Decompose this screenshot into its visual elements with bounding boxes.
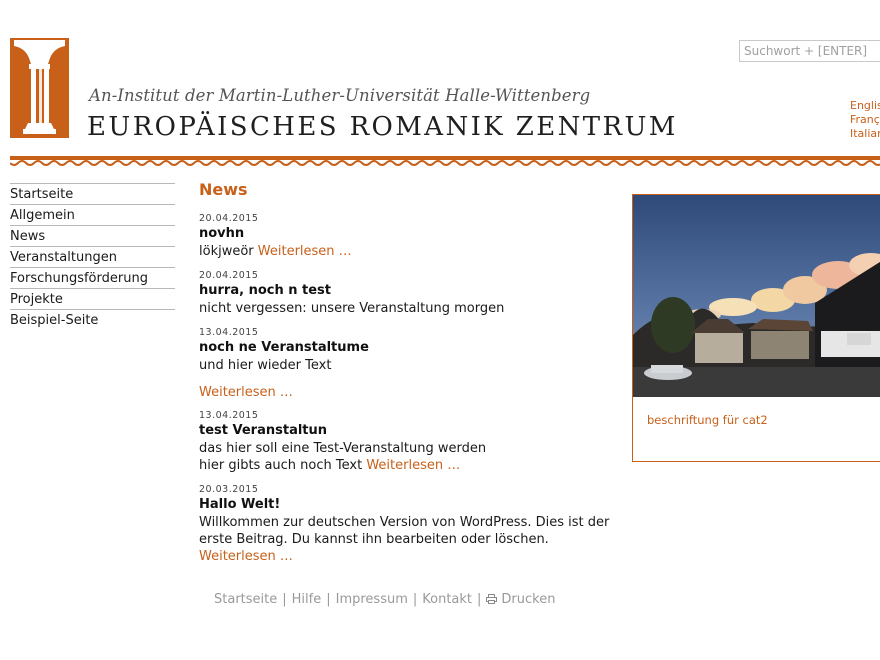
post-title[interactable]: novhn — [199, 226, 619, 241]
featured-photo[interactable] — [633, 195, 880, 397]
post-excerpt-text: hier gibts auch noch Text — [199, 458, 363, 473]
post-excerpt: das hier soll eine Test-Veranstaltung we… — [199, 440, 619, 474]
language-switcher: English Français Italiano — [850, 99, 880, 141]
page-title: News — [199, 180, 248, 199]
news-post: 13.04.2015 test Veranstaltun das hier so… — [199, 410, 619, 474]
post-date: 13.04.2015 — [199, 410, 259, 421]
post-excerpt-text: Willkommen zur deutschen Version von Wor… — [199, 515, 610, 547]
news-list: News 20.04.2015 novhn lökjweör Weiterles… — [199, 180, 619, 575]
footer-link-impressum[interactable]: Impressum — [336, 592, 408, 607]
nav-item-projekte[interactable]: Projekte — [10, 288, 175, 309]
footer-link-startseite[interactable]: Startseite — [214, 592, 277, 607]
read-more-link[interactable]: Weiterlesen … — [199, 549, 293, 564]
nav-item-news[interactable]: News — [10, 225, 175, 246]
post-date: 13.04.2015 — [199, 327, 259, 338]
nav-item-beispiel-seite[interactable]: Beispiel-Seite — [10, 309, 175, 330]
read-more-link[interactable]: Weiterlesen … — [258, 244, 352, 259]
image-caption: beschriftung für cat2 — [647, 413, 768, 427]
main-navigation: Startseite Allgemein News Veranstaltunge… — [10, 183, 175, 330]
post-title[interactable]: noch ne Veranstaltume — [199, 340, 619, 355]
search-input[interactable] — [739, 40, 880, 62]
read-more-link[interactable]: Weiterlesen … — [366, 458, 460, 473]
printer-icon — [486, 594, 498, 604]
column-logo-icon — [14, 40, 65, 134]
post-title[interactable]: test Veranstaltun — [199, 423, 619, 438]
nav-item-allgemein[interactable]: Allgemein — [10, 204, 175, 225]
post-excerpt-line: hier gibts auch noch Text Weiterlesen … — [199, 457, 619, 474]
post-excerpt: lökjweör Weiterlesen … — [199, 243, 619, 260]
news-post: 20.04.2015 novhn lökjweör Weiterlesen … — [199, 213, 619, 260]
logo[interactable] — [10, 38, 69, 138]
post-date: 20.03.2015 — [199, 484, 259, 495]
nav-item-startseite[interactable]: Startseite — [10, 183, 175, 204]
site-title[interactable]: EUROPÄISCHES ROMANIK ZENTRUM — [87, 112, 678, 142]
footer-link-hilfe[interactable]: Hilfe — [292, 592, 322, 607]
site-subtitle: An-Institut der Martin-Luther-Universitä… — [89, 86, 591, 105]
post-title[interactable]: Hallo Welt! — [199, 497, 619, 512]
news-post: 20.04.2015 hurra, noch n test nicht verg… — [199, 270, 619, 317]
footer-separator: | — [477, 592, 482, 607]
nav-item-forschungsfoerderung[interactable]: Forschungsförderung — [10, 267, 175, 288]
featured-image-box: beschriftung für cat2 — [632, 194, 880, 462]
language-link-french[interactable]: Français — [850, 113, 880, 127]
post-date: 20.04.2015 — [199, 213, 259, 224]
read-more-link[interactable]: Weiterlesen … — [199, 385, 619, 400]
post-excerpt-line: das hier soll eine Test-Veranstaltung we… — [199, 441, 487, 456]
language-link-italian[interactable]: Italiano — [850, 127, 880, 141]
print-button[interactable]: Drucken — [486, 592, 555, 607]
post-excerpt: Willkommen zur deutschen Version von Wor… — [199, 514, 619, 565]
post-date: 20.04.2015 — [199, 270, 259, 281]
footer: Startseite | Hilfe | Impressum | Kontakt | Druck… — [214, 592, 555, 607]
footer-separator: | — [282, 592, 287, 607]
post-title[interactable]: hurra, noch n test — [199, 283, 619, 298]
footer-separator: | — [326, 592, 331, 607]
header-divider — [10, 156, 880, 166]
post-excerpt: nicht vergessen: unsere Veranstaltung mo… — [199, 301, 505, 316]
footer-separator: | — [412, 592, 418, 607]
footer-link-kontakt[interactable]: Kontakt — [422, 592, 472, 607]
post-excerpt-text: lökjweör — [199, 244, 254, 259]
post-excerpt: und hier wieder Text — [199, 358, 332, 373]
news-post: 20.03.2015 Hallo Welt! Willkommen zur de… — [199, 484, 619, 565]
language-link-english[interactable]: English — [850, 99, 880, 113]
news-post: 13.04.2015 noch ne Veranstaltume und hie… — [199, 327, 619, 400]
nav-item-veranstaltungen[interactable]: Veranstaltungen — [10, 246, 175, 267]
print-label: Drucken — [501, 592, 556, 607]
